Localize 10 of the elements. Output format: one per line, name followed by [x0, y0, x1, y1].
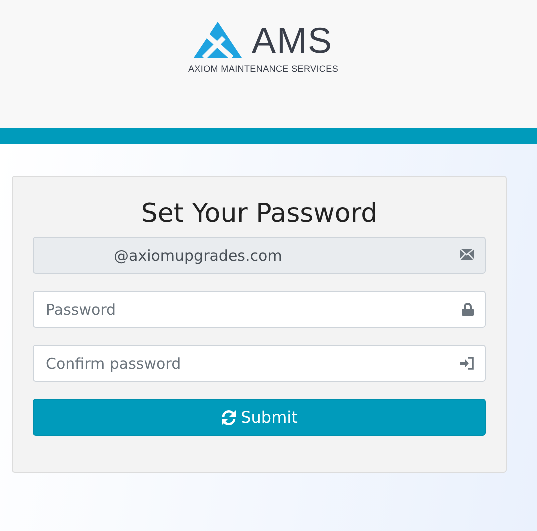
password-field[interactable]: Confirm password	[33, 345, 486, 382]
form-title: Set Your Password	[140, 198, 379, 231]
refresh-icon	[221, 410, 238, 426]
envelope-icon	[460, 249, 474, 260]
logo-icon	[194, 22, 242, 58]
password-field[interactable]: Password	[33, 291, 486, 328]
logo-tagline: AXIOM MAINTENANCE SERVICES	[188, 64, 339, 74]
sign-in-icon	[460, 357, 474, 370]
logo-name: AMS	[252, 24, 333, 58]
lock-icon	[462, 303, 474, 316]
